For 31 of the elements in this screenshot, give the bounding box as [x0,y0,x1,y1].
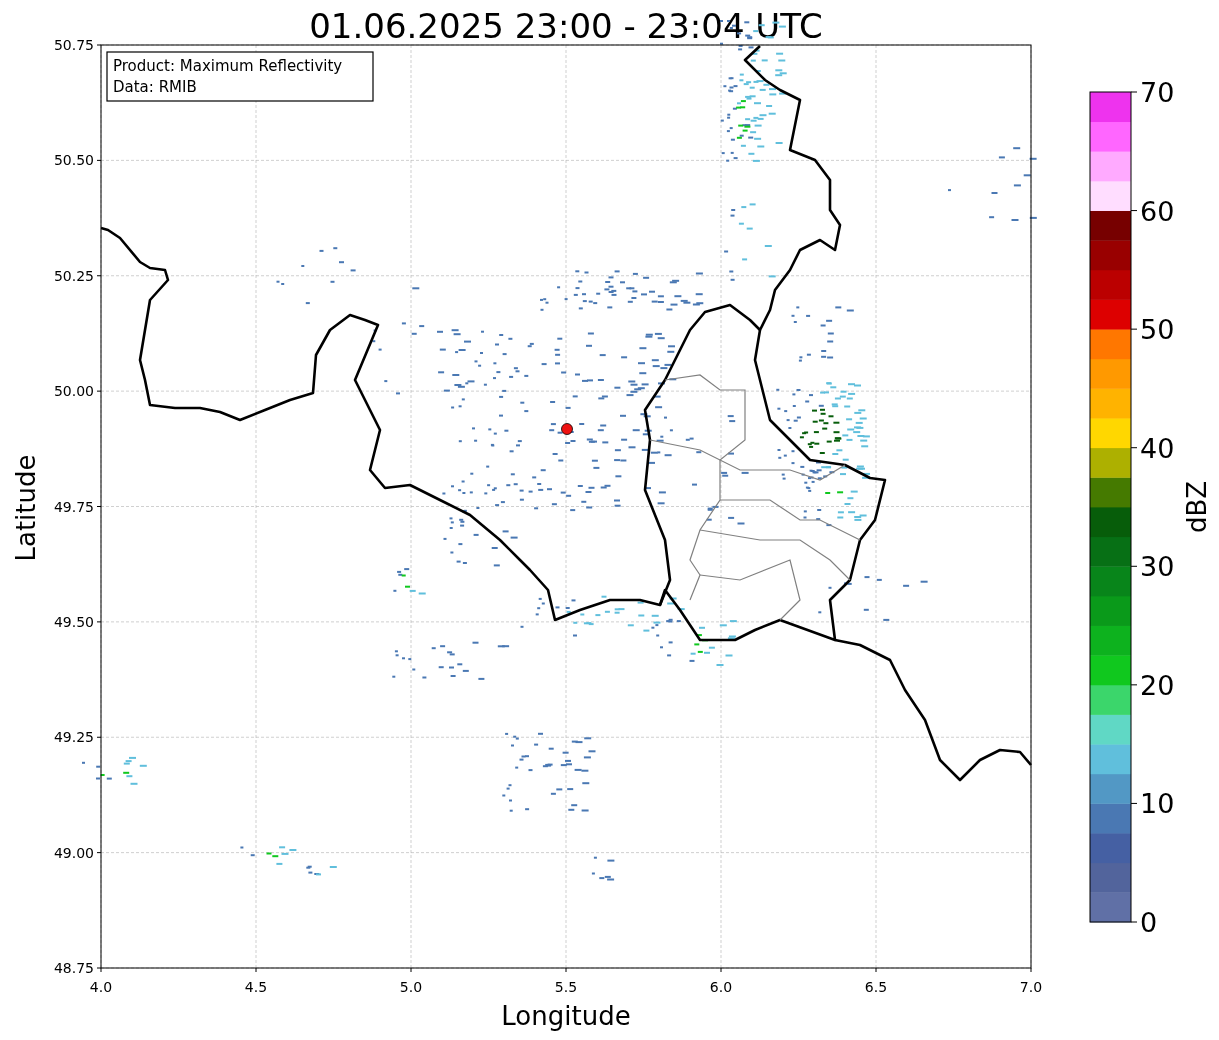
x-tick-label: 6.5 [864,979,888,995]
y-tick-label: 50.00 [53,383,94,400]
y-tick-label: 50.25 [53,267,94,284]
colorbar-tick-label: 20 [1140,669,1175,701]
x-tick-label: 4.5 [244,979,268,995]
colorbar-label: dBZ [1182,480,1212,534]
colorbar-tick-label: 50 [1140,314,1175,346]
y-tick-label: 49.25 [53,729,94,746]
colorbar-tick-label: 70 [1140,77,1175,108]
y-tick-label: 50.75 [53,37,94,53]
x-tick-label: 4.0 [89,979,113,995]
y-tick-label: 49.00 [53,844,94,861]
x-tick-label: 5.5 [554,979,578,995]
colorbar-tick-label: 0 [1140,907,1158,938]
y-axis-label: Latitude [11,454,41,562]
x-tick-label: 6.0 [709,979,733,995]
colorbar-tick-label: 40 [1140,432,1175,464]
y-tick-label: 49.75 [53,498,94,515]
colorbar-tick-label: 60 [1140,195,1175,227]
y-tick-label: 50.50 [53,152,94,169]
chart-title: 01.06.2025 23:00 - 23:04 UTC [309,6,823,46]
info-text: Data: RMIB [113,78,197,96]
y-tick-label: 49.50 [53,613,94,630]
y-tick-label: 48.75 [53,960,94,976]
colorbar-tick-label: 10 [1140,788,1175,820]
x-tick-label: 7.0 [1019,979,1043,995]
colorbar-tick-label: 30 [1140,551,1175,583]
radar-site-marker [561,423,573,435]
info-text: Product: Maximum Reflectivity [113,57,343,75]
x-tick-label: 5.0 [399,979,423,995]
x-axis-label: Longitude [501,1001,631,1031]
